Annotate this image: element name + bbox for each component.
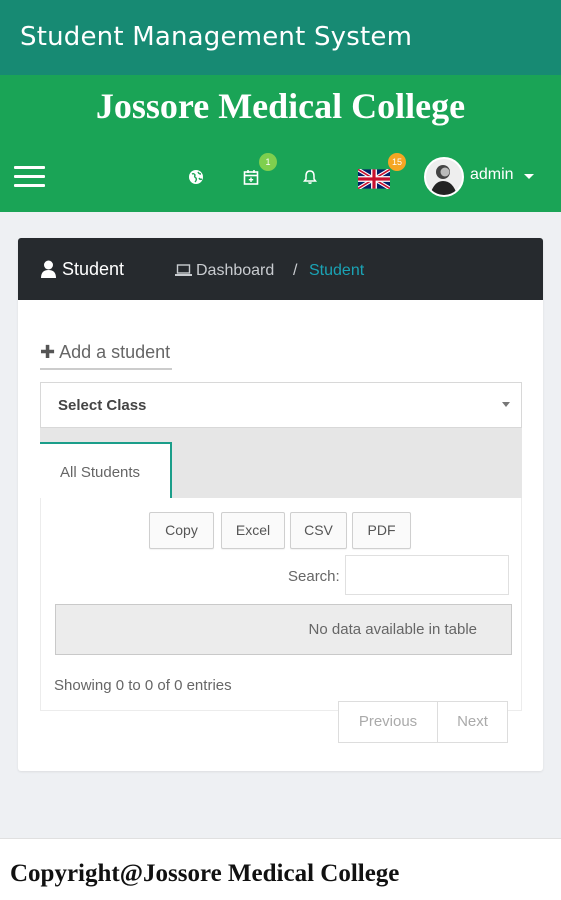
empty-table-message: No data available in table bbox=[308, 621, 477, 638]
tabs-bar: All Students bbox=[40, 428, 522, 498]
footer: Copyright@Jossore Medical College bbox=[0, 838, 561, 900]
next-button[interactable]: Next bbox=[437, 701, 508, 743]
laptop-icon bbox=[175, 264, 192, 276]
student-card: Student Dashboard / Student ✚ Add a stude… bbox=[18, 238, 543, 771]
previous-button[interactable]: Previous bbox=[338, 701, 438, 743]
user-name[interactable]: admin bbox=[470, 166, 514, 184]
college-name: Jossore Medical College bbox=[95, 86, 466, 126]
globe-icon[interactable] bbox=[188, 169, 204, 185]
breadcrumb-separator: / bbox=[293, 262, 298, 279]
user-icon bbox=[41, 260, 56, 278]
breadcrumb-current: Student bbox=[309, 262, 365, 279]
copy-button[interactable]: Copy bbox=[149, 512, 214, 549]
dropdown-arrow-icon bbox=[502, 402, 510, 407]
card-header: Student Dashboard / Student bbox=[18, 238, 543, 300]
college-banner: Jossore Medical College bbox=[0, 75, 561, 135]
uk-flag-icon[interactable] bbox=[358, 169, 390, 189]
calendar-icon[interactable] bbox=[243, 169, 259, 185]
hamburger-icon[interactable] bbox=[14, 166, 45, 188]
search-input[interactable] bbox=[345, 555, 509, 595]
calendar-badge: 1 bbox=[259, 153, 277, 171]
excel-button[interactable]: Excel bbox=[221, 512, 285, 549]
add-student-label: Add a student bbox=[59, 342, 171, 362]
students-table-panel: Copy Excel CSV PDF Search: No data avail… bbox=[40, 498, 522, 711]
app-bar: Student Management System bbox=[0, 0, 561, 75]
select-class-label: Select Class bbox=[58, 397, 147, 414]
user-avatar-icon bbox=[426, 159, 462, 195]
avatar[interactable] bbox=[424, 157, 464, 197]
pdf-button[interactable]: PDF bbox=[352, 512, 411, 549]
plus-icon: ✚ bbox=[40, 342, 56, 362]
app-title: Student Management System bbox=[20, 22, 413, 52]
bell-icon[interactable] bbox=[302, 169, 318, 185]
search-label: Search: bbox=[288, 568, 340, 585]
add-student-link[interactable]: ✚ Add a student bbox=[40, 342, 173, 370]
breadcrumb-dashboard[interactable]: Dashboard bbox=[196, 262, 274, 280]
tab-label: All Students bbox=[60, 464, 141, 481]
page-title: Student bbox=[62, 259, 125, 279]
select-class-dropdown[interactable]: Select Class bbox=[40, 382, 522, 428]
csv-button[interactable]: CSV bbox=[290, 512, 347, 549]
tab-all-students[interactable]: All Students bbox=[40, 442, 172, 498]
copyright-text: Copyright@Jossore Medical College bbox=[10, 860, 400, 887]
flag-badge: 15 bbox=[388, 153, 406, 171]
table-info: Showing 0 to 0 of 0 entries bbox=[54, 677, 232, 694]
empty-table-row: No data available in table bbox=[55, 604, 512, 655]
chevron-down-icon[interactable] bbox=[524, 174, 534, 179]
